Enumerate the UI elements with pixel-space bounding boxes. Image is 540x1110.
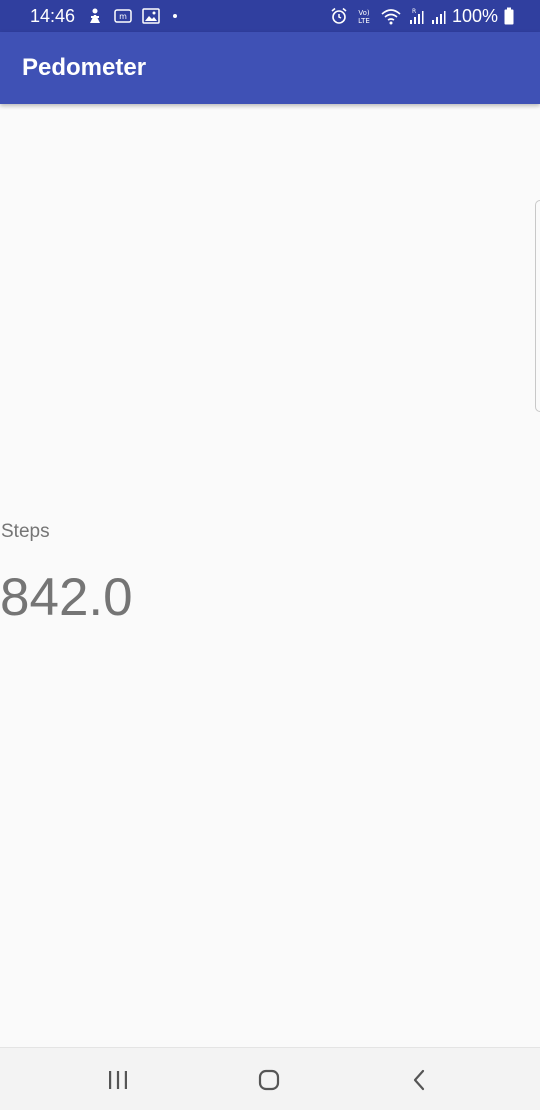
- edge-panel-handle[interactable]: [535, 200, 540, 412]
- battery-percent: 100%: [451, 6, 498, 26]
- home-button[interactable]: [249, 1062, 289, 1098]
- alarm-icon: [330, 7, 348, 25]
- app-title: Pedometer: [22, 54, 147, 81]
- back-icon: [408, 1068, 432, 1092]
- svg-text:m: m: [119, 12, 127, 21]
- battery-icon: [504, 7, 514, 25]
- signal-roaming-icon: R: [408, 7, 424, 25]
- volte-icon: Vo) LTE: [354, 7, 374, 25]
- app-bar: Pedometer: [0, 32, 540, 104]
- gallery-icon: [142, 8, 160, 24]
- status-right-icons: Vo) LTE R 100%: [330, 6, 514, 26]
- status-time: 14:46: [30, 6, 76, 26]
- dot-icon: [170, 11, 180, 21]
- navigation-bar: [0, 1047, 540, 1110]
- recents-button[interactable]: [98, 1062, 138, 1098]
- recents-icon: [106, 1069, 130, 1091]
- steps-value: 842.0: [0, 568, 133, 627]
- back-button[interactable]: [400, 1062, 440, 1098]
- svg-text:Vo): Vo): [358, 9, 370, 17]
- screen: 14:46 m Vo) LTE R 100% Pedometer Steps 8…: [0, 0, 540, 1110]
- wifi-icon: [380, 7, 402, 25]
- steps-label: Steps: [1, 521, 50, 542]
- status-left-icons: m: [86, 6, 180, 26]
- android-debug-icon: [86, 7, 104, 25]
- home-icon: [257, 1068, 281, 1092]
- signal-icon: [430, 7, 446, 25]
- status-bar: 14:46 m Vo) LTE R 100%: [0, 0, 540, 32]
- svg-text:R: R: [412, 8, 416, 15]
- svg-text:LTE: LTE: [358, 17, 370, 25]
- messenger-icon: m: [114, 8, 132, 24]
